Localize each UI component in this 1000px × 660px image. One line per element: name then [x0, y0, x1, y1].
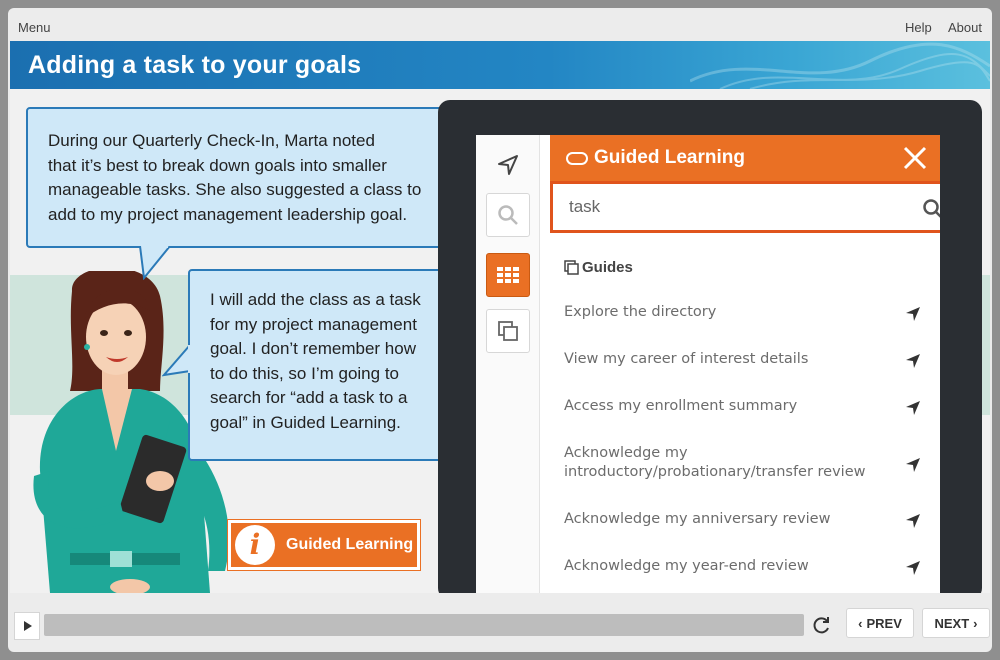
guided-learning-button[interactable]: i Guided Learning	[227, 519, 421, 571]
search-input-value: task	[569, 197, 601, 216]
guide-item[interactable]: Access my enrollment summary	[564, 397, 884, 416]
chevron-left-icon: ‹	[858, 615, 863, 631]
bubble1-line: that it’s best to break down goals into …	[48, 155, 387, 175]
panel-header: Guided Learning	[550, 135, 940, 181]
device-screen: Guided Learning task Guides Explore the …	[476, 135, 940, 593]
about-link[interactable]: About	[948, 20, 982, 35]
apps-grid-button[interactable]	[486, 253, 530, 297]
bubble2-line: goal. I don’t remember how	[210, 339, 416, 358]
guided-learning-button-label: Guided Learning	[286, 536, 414, 553]
chevron-right-icon: ›	[973, 615, 978, 631]
bubble1-line: During our Quarterly Check-In, Marta not…	[48, 131, 375, 150]
menu-link[interactable]: Menu	[18, 20, 51, 35]
search-icon[interactable]	[922, 198, 940, 220]
info-icon: i	[235, 525, 275, 565]
search-icon	[498, 205, 518, 225]
next-button-label: NEXT	[934, 615, 970, 631]
guide-item[interactable]: Acknowledge my year-end review	[564, 557, 884, 576]
play-icon	[24, 621, 32, 631]
guide-item[interactable]: Explore the directory	[564, 303, 884, 322]
grid-icon	[497, 267, 519, 283]
decorative-wave	[690, 42, 990, 89]
slide-canvas: Adding a task to your goals During our Q…	[10, 41, 990, 593]
navigation-arrow-icon	[906, 458, 920, 472]
oracle-logo-icon	[566, 152, 588, 165]
panel-title: Guided Learning	[594, 147, 745, 168]
search-input[interactable]: task	[550, 181, 940, 233]
navigation-arrow-icon	[498, 155, 518, 175]
navigation-arrow-button[interactable]	[486, 143, 530, 187]
guided-learning-panel: Guided Learning task Guides Explore the …	[550, 135, 940, 593]
guides-section-header: Guides	[564, 259, 633, 276]
close-icon[interactable]	[902, 145, 928, 171]
copy-icon	[564, 260, 579, 275]
navigation-arrow-icon	[906, 514, 920, 528]
help-link[interactable]: Help	[905, 20, 932, 35]
copy-icon	[498, 321, 518, 341]
guides-tab-button[interactable]	[486, 309, 530, 353]
bubble1-line: add to my project management leadership …	[48, 204, 408, 224]
navigation-arrow-icon	[906, 561, 920, 575]
bubble1-line: manageable tasks. She also suggested a c…	[48, 180, 422, 199]
bubble2-line: I will add the class as a task	[210, 290, 421, 309]
next-button[interactable]: NEXT ›	[922, 608, 990, 638]
play-button[interactable]	[14, 612, 40, 640]
bubble2-line: goal” in Guided Learning.	[210, 412, 401, 432]
player-top-bar: Menu Help About	[8, 8, 992, 40]
slide-title-bar: Adding a task to your goals	[10, 41, 990, 89]
guide-item[interactable]: View my career of interest details	[564, 350, 884, 369]
bubble2-line: for my project management	[210, 314, 417, 334]
guide-item[interactable]: Acknowledge my introductory/probationary…	[564, 444, 884, 482]
bubble2-line: search for “add a task to a	[210, 388, 408, 407]
slide-title: Adding a task to your goals	[28, 51, 362, 79]
speech-bubble-thought: I will add the class as a task for my pr…	[188, 269, 460, 461]
prev-button[interactable]: ‹ PREV	[846, 608, 914, 638]
navigation-arrow-icon	[906, 307, 920, 321]
prev-button-label: PREV	[866, 615, 902, 631]
bubble2-line: to do this, so I’m going to	[210, 363, 399, 383]
player-controls: ‹ PREV NEXT ›	[8, 604, 992, 652]
search-tab-button[interactable]	[486, 193, 530, 237]
bubble1-tail	[139, 246, 171, 280]
replay-icon[interactable]	[808, 612, 834, 640]
navigation-arrow-icon	[906, 354, 920, 368]
course-player: Menu Help About Adding a task to your go…	[8, 8, 992, 652]
seek-bar[interactable]	[44, 614, 804, 636]
guide-item[interactable]: Acknowledge my anniversary review	[564, 510, 884, 529]
guided-learning-sidebar	[476, 135, 540, 593]
speech-bubble-narration: During our Quarterly Check-In, Marta not…	[26, 107, 466, 248]
navigation-arrow-icon	[906, 401, 920, 415]
bubble2-tail	[162, 344, 192, 377]
